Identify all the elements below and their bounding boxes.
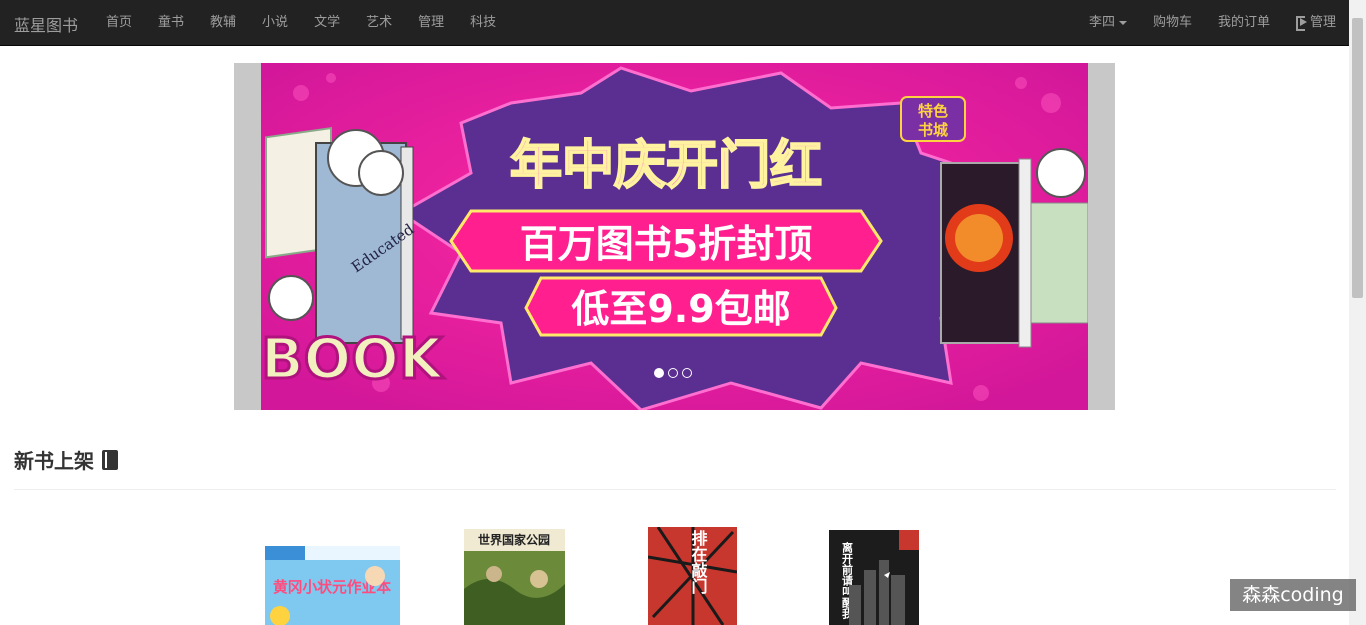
nav-link-technology[interactable]: 科技 [457, 0, 509, 45]
nav-link-management[interactable]: 管理 [405, 0, 457, 45]
book-cover-3[interactable]: 排在敲门 [648, 527, 737, 625]
book-cover-3-title: 排在敲门 [689, 529, 708, 595]
nav-link-fiction[interactable]: 小说 [249, 0, 301, 45]
cart-link[interactable]: 购物车 [1140, 0, 1205, 45]
banner-image[interactable]: 年中庆开门红 特色 书城 百万图书5折封顶 低至9.9包邮 Educated B… [261, 63, 1088, 410]
nav-link-children[interactable]: 童书 [145, 0, 197, 45]
banner-line1: 百万图书5折封顶 [520, 222, 812, 266]
new-books-title: 新书上架 [14, 449, 94, 473]
user-menu-dropdown[interactable]: 李四 [1076, 0, 1140, 45]
nav-left: 首页 童书 教辅 小说 文学 艺术 管理 科技 [93, 0, 509, 45]
new-books-heading: 新书上架 [14, 445, 118, 474]
carousel-dot-2[interactable] [668, 368, 678, 378]
badge-text-bottom: 书城 [918, 121, 948, 139]
banner-carousel[interactable]: 年中庆开门红 特色 书城 百万图书5折封顶 低至9.9包邮 Educated B… [234, 63, 1115, 410]
section-divider [14, 489, 1336, 490]
nav-right: 李四 购物车 我的订单 管理 [1076, 0, 1349, 45]
user-name: 李四 [1088, 15, 1115, 30]
logout-icon [1295, 16, 1307, 31]
carousel-dot-3[interactable] [682, 368, 692, 378]
chevron-down-icon [1118, 20, 1127, 25]
top-navbar: 蓝星图书 首页 童书 教辅 小说 文学 艺术 管理 科技 李四 购物车 我的订单… [0, 0, 1349, 46]
orders-link[interactable]: 我的订单 [1205, 0, 1283, 45]
badge-icon: 特色 书城 [900, 96, 966, 142]
nav-link-art[interactable]: 艺术 [353, 0, 405, 45]
scrollbar-thumb[interactable] [1352, 18, 1363, 298]
book-cover-4[interactable]: 离开前请叫醒我 [829, 530, 919, 625]
right-book-stack-icon [940, 148, 1088, 348]
book-cover-2-title: 世界国家公园 [478, 532, 550, 547]
banner-line2: 低至9.9包邮 [571, 287, 790, 331]
book-cover-1[interactable]: 黄冈小状元作业本 [265, 546, 400, 625]
nav-link-home[interactable]: 首页 [93, 0, 145, 45]
badge-text-top: 特色 [918, 102, 948, 120]
book-cover-2[interactable]: 世界国家公园 [464, 529, 565, 625]
nav-link-tutoring[interactable]: 教辅 [197, 0, 249, 45]
page-scrollbar[interactable] [1349, 0, 1366, 625]
watermark-label: 森森coding [1230, 579, 1356, 611]
book-icon [102, 450, 118, 470]
nav-link-literature[interactable]: 文学 [301, 0, 353, 45]
brand-logo[interactable]: 蓝星图书 [14, 12, 78, 36]
carousel-indicators [654, 368, 692, 378]
banner-headline: 年中庆开门红 [510, 136, 822, 196]
book-wordmark: BOOK [261, 327, 445, 392]
carousel-dot-1[interactable] [654, 368, 664, 378]
admin-link-label: 管理 [1309, 15, 1336, 30]
left-book-stack-icon: Educated [265, 127, 418, 344]
admin-link[interactable]: 管理 [1283, 0, 1349, 45]
